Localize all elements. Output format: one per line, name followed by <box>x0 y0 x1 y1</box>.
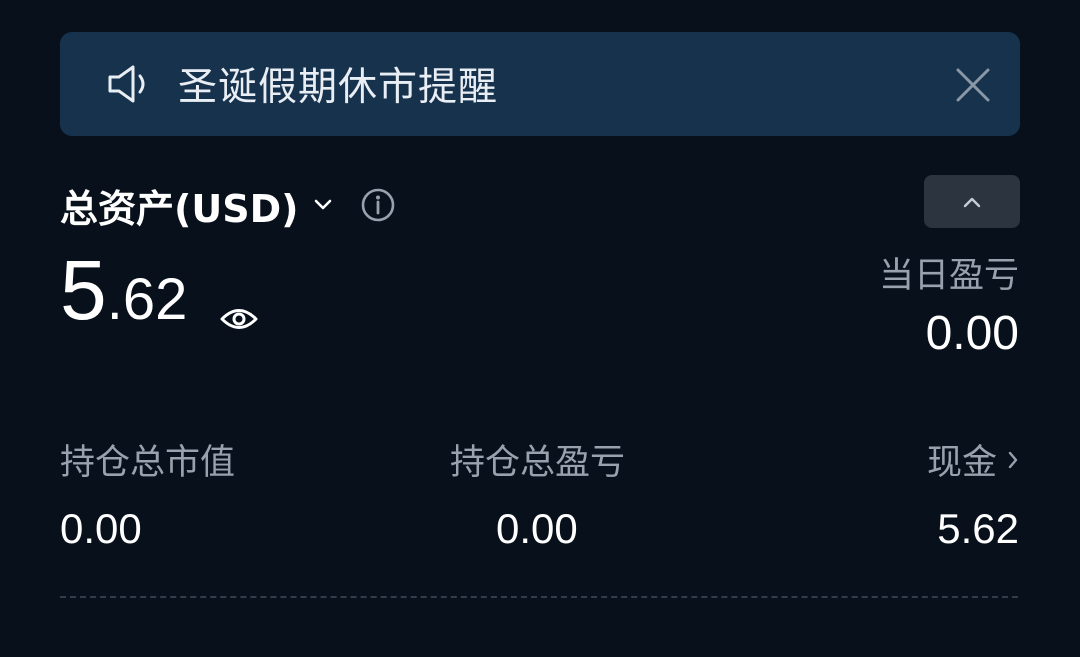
chevron-up-icon <box>963 197 981 207</box>
day-pl-value: 0.00 <box>925 307 1019 360</box>
position-pl-value: 0.00 <box>496 505 578 552</box>
total-assets-value: 5 .62 <box>60 248 187 332</box>
speaker-icon <box>108 65 145 103</box>
market-value-label: 持仓总市值 <box>60 443 236 483</box>
position-pl-label: 持仓总盈亏 <box>450 443 626 483</box>
position-pl-stat: 持仓总盈亏 0.00 <box>450 434 625 553</box>
cash-stat[interactable]: 现金 5.62 <box>927 434 1019 553</box>
info-icon[interactable] <box>361 188 395 222</box>
day-pl-label: 当日盈亏 <box>878 256 1019 296</box>
holiday-notice-banner[interactable]: 圣诞假期休市提醒 <box>60 32 1020 136</box>
total-assets-currency-selector[interactable]: 总资产(USD) <box>60 178 299 233</box>
market-value-stat: 持仓总市值 0.00 <box>60 434 235 553</box>
cash-link[interactable]: 现金 <box>927 434 1019 485</box>
eye-icon[interactable] <box>220 304 258 334</box>
section-divider <box>60 596 1018 598</box>
total-assets-integer: 5 <box>60 243 107 337</box>
collapse-button[interactable] <box>924 175 1020 228</box>
holiday-notice-text[interactable]: 圣诞假期休市提醒 <box>178 56 498 112</box>
cash-label: 现金 <box>926 443 997 483</box>
total-assets-decimal: .62 <box>106 267 188 332</box>
total-assets-header: 总资产(USD) <box>60 178 395 233</box>
cash-value: 5.62 <box>937 505 1019 552</box>
chevron-right-icon <box>1008 451 1018 468</box>
market-value-value: 0.00 <box>60 505 142 552</box>
chevron-down-icon[interactable] <box>313 198 333 212</box>
close-icon[interactable] <box>956 68 990 102</box>
